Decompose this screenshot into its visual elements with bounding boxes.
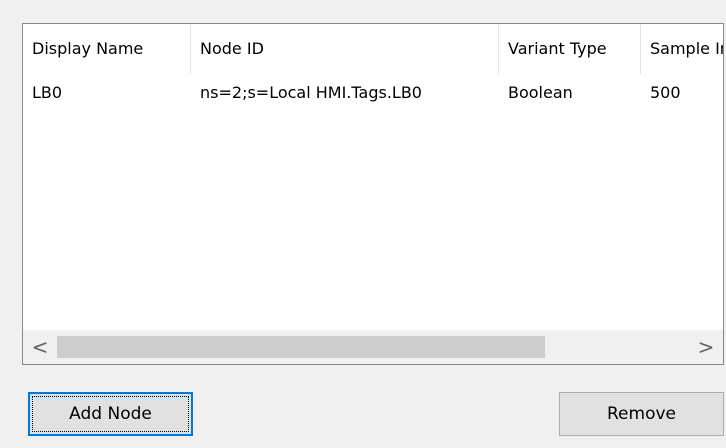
cell-display-name: LB0 (32, 83, 63, 102)
scroll-right-icon[interactable]: > (689, 330, 723, 364)
focus-rectangle (32, 396, 189, 432)
node-list-view[interactable]: Display Name Node ID Variant Type Sample… (22, 23, 724, 365)
add-node-button[interactable]: Add Node (28, 392, 193, 436)
column-header-variant-type[interactable]: Variant Type (499, 24, 641, 74)
list-header: Display Name Node ID Variant Type Sample… (23, 24, 723, 74)
scroll-track[interactable] (57, 330, 689, 364)
column-header-sample-interval[interactable]: Sample Ir (641, 24, 723, 74)
horizontal-scrollbar[interactable]: < > (23, 330, 723, 364)
cell-node-id: ns=2;s=Local HMI.Tags.LB0 (200, 83, 422, 102)
column-header-node-id[interactable]: Node ID (191, 24, 499, 74)
cell-variant-type: Boolean (508, 83, 573, 102)
remove-label: Remove (607, 404, 676, 424)
cell-sample-interval: 500 (650, 83, 681, 102)
remove-button[interactable]: Remove (559, 392, 724, 436)
column-header-display-name[interactable]: Display Name (23, 24, 191, 74)
scroll-left-icon[interactable]: < (23, 330, 57, 364)
table-row[interactable]: LB0 ns=2;s=Local HMI.Tags.LB0 Boolean 50… (23, 74, 723, 112)
scroll-thumb[interactable] (57, 336, 545, 358)
